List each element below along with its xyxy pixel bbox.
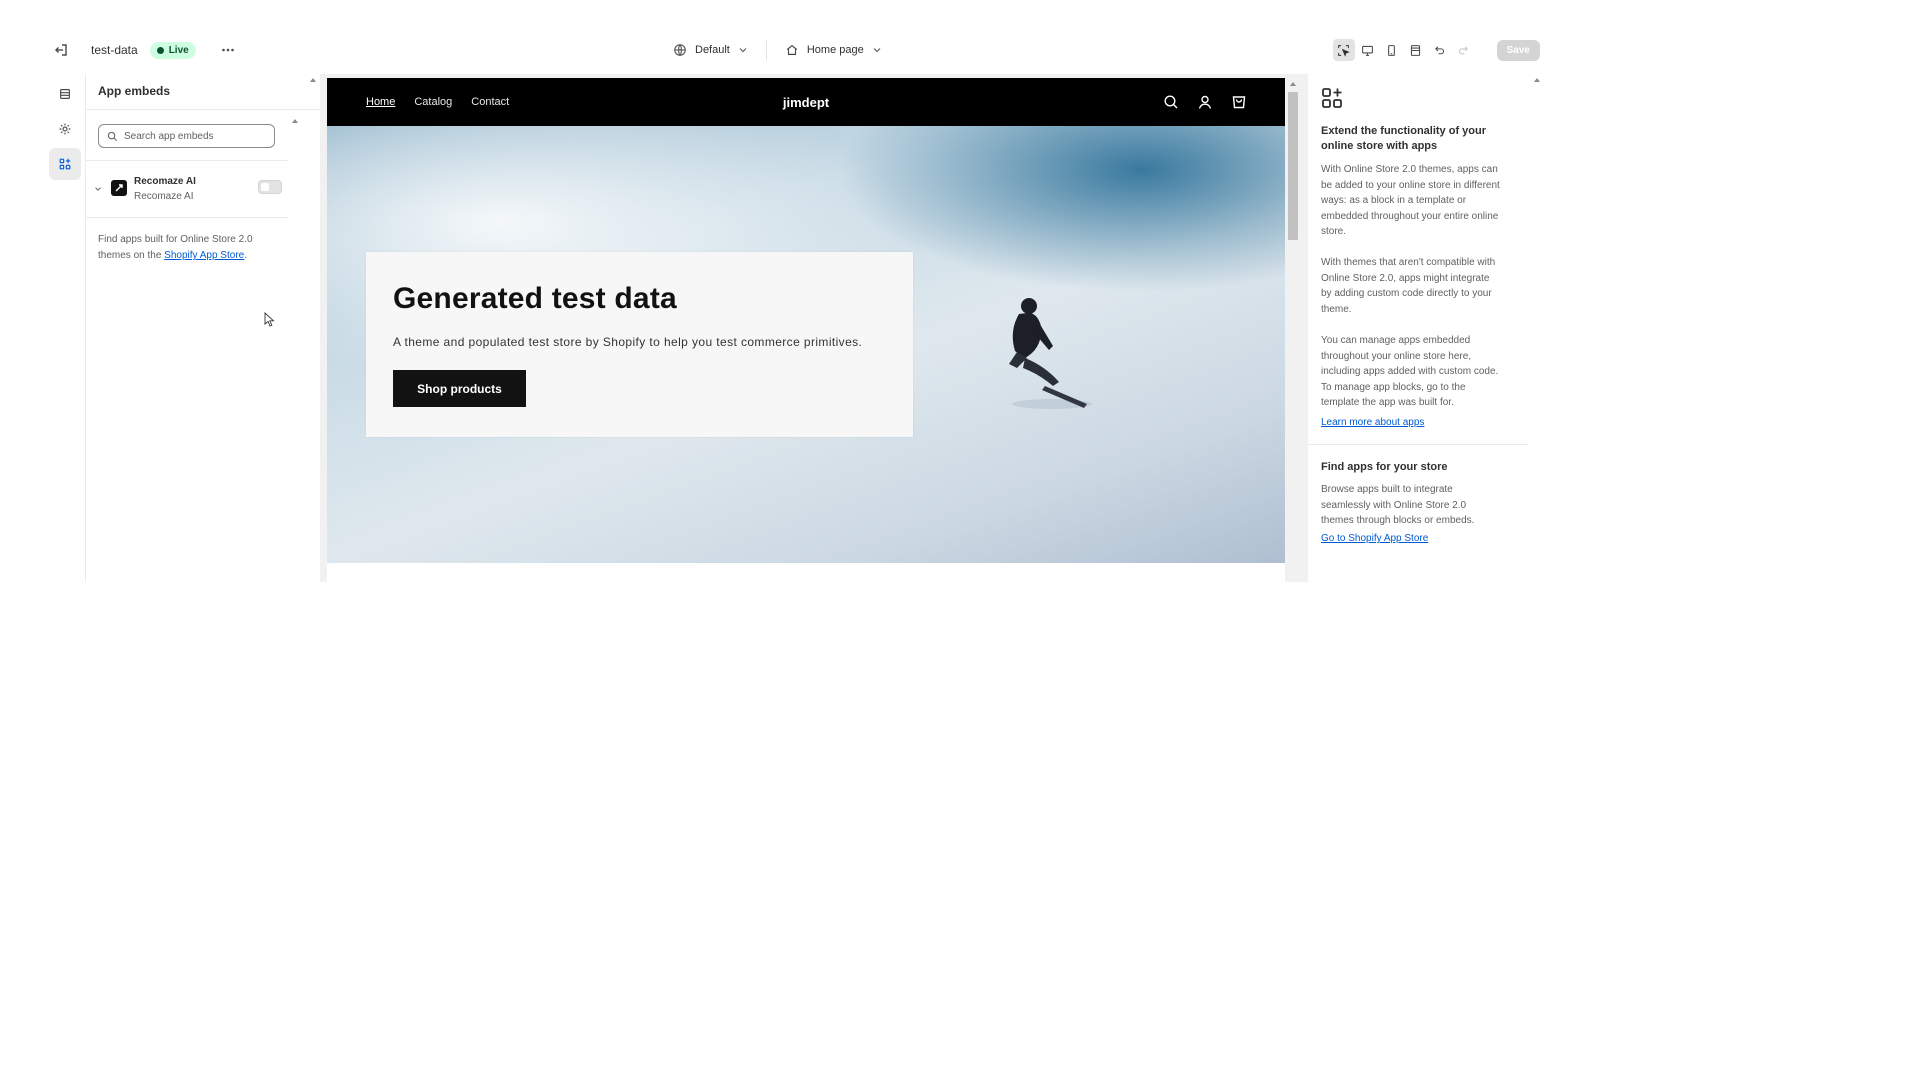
sections-icon: [60, 89, 70, 99]
mobile-view-button[interactable]: [1381, 39, 1403, 61]
shopify-app-store-link[interactable]: Shopify App Store: [164, 250, 244, 261]
info-heading: Extend the functionality of your online …: [1321, 125, 1487, 152]
full-width-view-button[interactable]: [1405, 39, 1427, 61]
desktop-icon: [1362, 45, 1374, 56]
hero-subtitle: A theme and populated test store by Shop…: [393, 335, 863, 349]
theme-editor: test-data Live Default Home page Save Ap…: [0, 0, 1920, 1080]
divider: [1308, 444, 1528, 445]
panel-scroll-up-arrow[interactable]: [1534, 78, 1540, 82]
recomaze-logo-icon: [111, 180, 127, 196]
nav-link-contact[interactable]: Contact: [471, 96, 509, 108]
top-bar: test-data Live Default Home page Save: [45, 30, 1540, 70]
undo-icon: [1435, 45, 1445, 54]
store-preview[interactable]: Home Catalog Contact jimdept Generated t…: [327, 78, 1285, 582]
app-embed-name: Recomaze AI: [134, 176, 196, 187]
apps-info-panel: Extend the functionality of your online …: [1308, 74, 1540, 582]
shop-products-button[interactable]: Shop products: [393, 370, 526, 407]
find-apps-heading: Find apps for your store: [1321, 461, 1448, 473]
theme-settings-button[interactable]: [49, 113, 81, 145]
layout-icon: [1411, 44, 1421, 56]
chevron-down-icon: [873, 48, 881, 53]
panel-scroll-up-arrow[interactable]: [310, 78, 316, 82]
left-rail: [49, 78, 81, 183]
preview-scrollbar[interactable]: [1286, 78, 1300, 582]
save-button[interactable]: Save: [1496, 39, 1540, 61]
top-bar-left: test-data Live: [45, 30, 244, 70]
page-dropdown[interactable]: Home page: [777, 37, 890, 63]
desktop-view-button[interactable]: [1357, 39, 1379, 61]
divider: [765, 40, 767, 60]
mouse-cursor-icon: [264, 312, 275, 327]
header-icons: [1163, 78, 1247, 126]
divider: [86, 160, 288, 161]
list-scroll-up-arrow[interactable]: [292, 119, 298, 123]
sections-button[interactable]: [49, 78, 81, 110]
toggle-knob: [261, 183, 269, 191]
app-embed-subtitle: Recomaze AI: [134, 191, 194, 202]
gear-icon: [59, 123, 71, 135]
nav-link-catalog[interactable]: Catalog: [414, 96, 452, 108]
live-dot-icon: [156, 46, 164, 54]
store-name: test-data: [91, 43, 138, 57]
top-bar-right: Save: [1332, 30, 1540, 70]
live-badge-label: Live: [168, 44, 189, 56]
exit-button[interactable]: [45, 34, 77, 66]
learn-more-apps-link[interactable]: Learn more about apps: [1321, 417, 1424, 428]
exit-icon: [55, 44, 67, 56]
panel-footer-text: Find apps built for Online Store 2.0 the…: [98, 232, 278, 264]
theme-dropdown-label: Default: [695, 44, 730, 56]
inspector-button[interactable]: [1332, 39, 1355, 61]
go-to-app-store-link[interactable]: Go to Shopify App Store: [1321, 533, 1428, 544]
mobile-icon: [1388, 44, 1396, 56]
panel-title: App embeds: [98, 84, 171, 98]
scrollbar-thumb[interactable]: [1288, 92, 1298, 240]
search-input[interactable]: [124, 130, 264, 142]
globe-icon: [674, 44, 686, 56]
account-icon[interactable]: [1197, 94, 1213, 110]
hero-banner: Generated test data A theme and populate…: [327, 126, 1285, 563]
search-icon[interactable]: [1163, 94, 1179, 110]
redo-icon: [1459, 45, 1469, 54]
hero-title: Generated test data: [393, 282, 677, 315]
page-dropdown-label: Home page: [806, 44, 864, 56]
theme-dropdown[interactable]: Default: [665, 37, 756, 63]
cart-icon[interactable]: [1231, 94, 1247, 110]
search-icon: [107, 131, 118, 141]
app-embed-item[interactable]: Recomaze AI Recomaze AI: [94, 172, 290, 204]
hero-text-card: Generated test data A theme and populate…: [366, 252, 913, 437]
app-embeds-button[interactable]: [49, 148, 81, 180]
search-field[interactable]: [98, 124, 275, 148]
store-header: Home Catalog Contact jimdept: [327, 78, 1285, 126]
more-actions-button[interactable]: [212, 34, 244, 66]
recomaze-mark-icon: [115, 184, 123, 192]
info-paragraph-2: With themes that aren't compatible with …: [1321, 257, 1496, 315]
snowboarder-image: [1009, 298, 1092, 409]
divider: [86, 217, 288, 218]
find-apps-paragraph: Browse apps built to integrate seamlessl…: [1321, 484, 1475, 526]
live-status-badge: Live: [149, 41, 196, 59]
apps-icon: [59, 158, 71, 170]
footer-period: .: [244, 250, 247, 261]
redo-button[interactable]: [1453, 39, 1475, 61]
scroll-up-arrow[interactable]: [1290, 82, 1296, 86]
store-nav: Home Catalog Contact: [366, 78, 509, 126]
undo-button[interactable]: [1429, 39, 1451, 61]
home-icon: [786, 44, 798, 55]
ellipsis-icon: [221, 48, 234, 52]
apps-icon: [1322, 88, 1342, 108]
select-cursor-icon: [1338, 44, 1350, 57]
chevron-down-icon: [739, 48, 747, 53]
app-embeds-panel: App embeds Recomaze AI Recomaze AI Find …: [86, 74, 320, 582]
info-paragraph-3: You can manage apps embedded throughout …: [1321, 335, 1499, 408]
chevron-down-icon[interactable]: [94, 185, 102, 193]
divider: [86, 109, 320, 110]
app-embed-toggle[interactable]: [258, 180, 282, 194]
top-bar-center: Default Home page: [665, 30, 890, 70]
info-paragraph-1: With Online Store 2.0 themes, apps can b…: [1321, 164, 1500, 237]
nav-link-home[interactable]: Home: [366, 96, 395, 108]
